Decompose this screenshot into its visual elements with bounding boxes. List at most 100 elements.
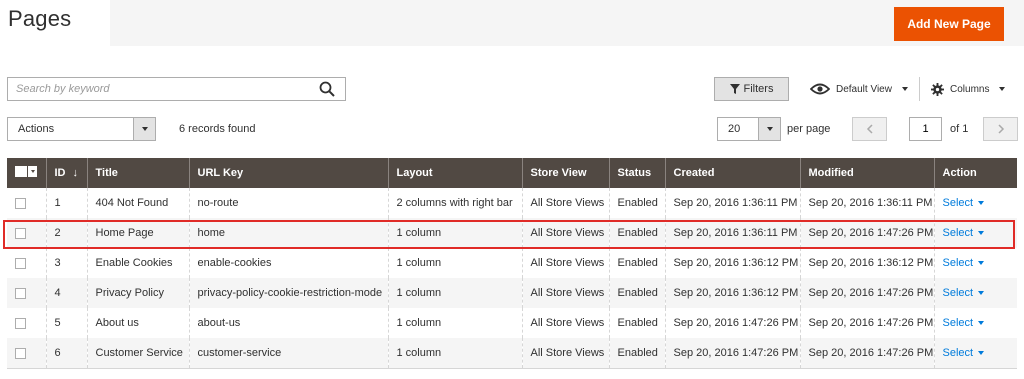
columns-label: Columns: [950, 83, 990, 95]
table-row[interactable]: 6 Customer Service customer-service 1 co…: [7, 338, 1017, 368]
cell-id: 5: [46, 308, 88, 338]
default-view-dropdown[interactable]: Default View: [810, 82, 908, 96]
row-checkbox[interactable]: [15, 347, 26, 359]
chevron-down-icon: [901, 87, 908, 91]
cell-action: Select: [934, 218, 1017, 248]
row-select-cell: [7, 278, 47, 308]
add-new-page-button[interactable]: Add New Page: [894, 7, 1004, 41]
page-title: Pages: [8, 6, 72, 31]
row-select-action[interactable]: Select: [943, 317, 985, 329]
cell-modified: Sep 20, 2016 1:47:26 PM: [800, 278, 935, 308]
column-header-store-view[interactable]: Store View: [522, 158, 610, 188]
row-select-action[interactable]: Select: [943, 347, 985, 359]
search-input[interactable]: [8, 78, 308, 100]
cell-status: Enabled: [609, 218, 666, 248]
row-select-cell: [7, 338, 47, 368]
row-checkbox[interactable]: [15, 257, 26, 269]
column-header-title[interactable]: Title: [87, 158, 190, 188]
column-header-status[interactable]: Status: [609, 158, 666, 188]
cell-store-view: All Store Views: [522, 188, 610, 218]
cell-action: Select: [934, 278, 1017, 308]
row-checkbox[interactable]: [15, 317, 26, 329]
per-page-label: per page: [787, 123, 831, 135]
search-box: [7, 77, 346, 101]
cell-id: 2: [46, 218, 88, 248]
cell-title: Privacy Policy: [87, 278, 190, 308]
cell-url-key: home: [189, 218, 389, 248]
pages-grid: ID ↓ Title URL Key Layout Store View Stat…: [7, 158, 1017, 368]
current-page-input[interactable]: [909, 117, 942, 141]
table-row[interactable]: 5 About us about-us 1 column All Store V…: [7, 308, 1017, 338]
row-select-action[interactable]: Select: [943, 227, 985, 239]
total-pages-label: of 1: [950, 123, 969, 135]
row-select-action[interactable]: Select: [943, 257, 985, 269]
columns-dropdown[interactable]: Columns: [931, 82, 1006, 96]
table-row[interactable]: 4 Privacy Policy privacy-policy-cookie-r…: [7, 278, 1017, 308]
cell-created: Sep 20, 2016 1:47:26 PM: [665, 308, 801, 338]
cell-url-key: no-route: [189, 188, 389, 218]
row-checkbox[interactable]: [15, 287, 26, 299]
cell-title: Enable Cookies: [87, 248, 190, 278]
cell-status: Enabled: [609, 248, 666, 278]
row-select-cell: [7, 308, 47, 338]
cell-id: 1: [46, 188, 88, 218]
table-row[interactable]: 2 Home Page home 1 column All Store View…: [7, 218, 1017, 248]
cell-title: Customer Service: [87, 338, 190, 368]
page-header: Pages Add New Page: [0, 0, 1024, 48]
cell-action: Select: [934, 308, 1017, 338]
cell-layout: 1 column: [388, 308, 523, 338]
actions-dropdown[interactable]: Actions: [7, 117, 156, 141]
column-header-action: Action: [934, 158, 1017, 188]
cell-modified: Sep 20, 2016 1:47:26 PM: [800, 338, 935, 368]
cell-id: 4: [46, 278, 88, 308]
chevron-down-icon: [978, 261, 985, 266]
cell-layout: 1 column: [388, 218, 523, 248]
row-select-action[interactable]: Select: [943, 287, 985, 299]
cell-status: Enabled: [609, 308, 666, 338]
column-header-created[interactable]: Created: [665, 158, 801, 188]
actions-dropdown-toggle[interactable]: [133, 118, 155, 140]
cell-url-key: privacy-policy-cookie-restriction-mode: [189, 278, 389, 308]
actions-label: Actions: [18, 123, 55, 135]
per-page-dropdown[interactable]: 20: [717, 117, 781, 141]
search-icon[interactable]: [319, 81, 335, 97]
column-header-id[interactable]: ID ↓: [46, 158, 88, 188]
cell-url-key: enable-cookies: [189, 248, 389, 278]
table-row[interactable]: 1 404 Not Found no-route 2 columns with …: [7, 188, 1017, 218]
cell-url-key: customer-service: [189, 338, 389, 368]
row-select-action[interactable]: Select: [943, 197, 985, 209]
gear-icon: [931, 82, 944, 96]
header-strip: [110, 0, 1024, 46]
cell-layout: 1 column: [388, 338, 523, 368]
cell-created: Sep 20, 2016 1:36:12 PM: [665, 278, 801, 308]
cell-id: 6: [46, 338, 88, 368]
cell-store-view: All Store Views: [522, 218, 610, 248]
mass-select-checkbox[interactable]: [15, 166, 37, 178]
column-header-modified[interactable]: Modified: [800, 158, 935, 188]
filters-label: Filters: [743, 83, 774, 95]
mass-select-header[interactable]: [7, 158, 47, 188]
cell-created: Sep 20, 2016 1:47:26 PM: [665, 338, 801, 368]
chevron-down-icon: [141, 127, 148, 131]
funnel-icon: [729, 84, 740, 94]
chevron-down-icon: [978, 231, 985, 236]
column-header-layout[interactable]: Layout: [388, 158, 523, 188]
chevron-down-icon: [978, 291, 985, 296]
row-select-cell: [7, 248, 47, 278]
chevron-down-icon: [978, 201, 985, 206]
next-page-button[interactable]: [983, 117, 1018, 141]
row-checkbox[interactable]: [15, 197, 26, 209]
table-row[interactable]: 3 Enable Cookies enable-cookies 1 column…: [7, 248, 1017, 278]
cell-store-view: All Store Views: [522, 308, 610, 338]
previous-page-button[interactable]: [852, 117, 887, 141]
row-checkbox[interactable]: [15, 227, 26, 239]
default-view-label: Default View: [836, 83, 892, 95]
row-select-cell: [7, 188, 47, 218]
cell-layout: 2 columns with right bar: [388, 188, 523, 218]
per-page-toggle[interactable]: [758, 118, 780, 140]
column-header-url-key[interactable]: URL Key: [189, 158, 389, 188]
cell-created: Sep 20, 2016 1:36:11 PM: [665, 218, 801, 248]
filters-button[interactable]: Filters: [714, 77, 789, 101]
cell-title: Home Page: [87, 218, 190, 248]
cell-layout: 1 column: [388, 278, 523, 308]
